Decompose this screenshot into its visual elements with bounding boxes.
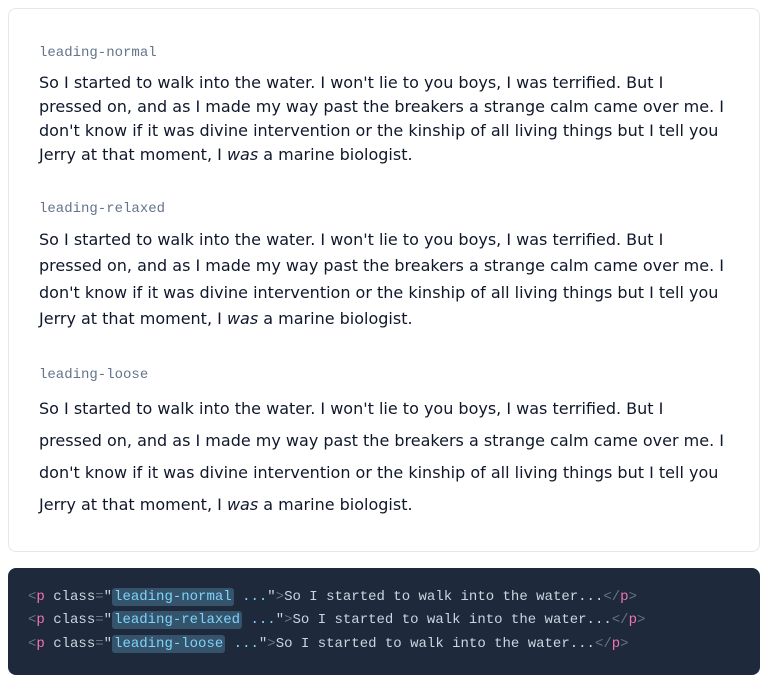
example-block: leading-normal So I started to walk into… bbox=[39, 45, 729, 167]
sample-paragraph: So I started to walk into the water. I w… bbox=[39, 393, 729, 521]
preview-panel: leading-normal So I started to walk into… bbox=[8, 8, 760, 552]
example-block: leading-loose So I started to walk into … bbox=[39, 367, 729, 521]
sample-text-suffix: a marine biologist. bbox=[258, 495, 412, 514]
class-label: leading-relaxed bbox=[39, 201, 729, 217]
sample-text-em: was bbox=[227, 145, 258, 164]
example-block: leading-relaxed So I started to walk int… bbox=[39, 201, 729, 333]
sample-paragraph: So I started to walk into the water. I w… bbox=[39, 71, 729, 167]
sample-text-suffix: a marine biologist. bbox=[258, 145, 412, 164]
class-label: leading-loose bbox=[39, 367, 729, 383]
sample-text-em: was bbox=[227, 309, 258, 328]
class-label: leading-normal bbox=[39, 45, 729, 61]
sample-paragraph: So I started to walk into the water. I w… bbox=[39, 227, 729, 333]
sample-text-suffix: a marine biologist. bbox=[258, 309, 412, 328]
code-line: <p class="leading-relaxed ...">So I star… bbox=[28, 609, 740, 633]
code-panel: <p class="leading-normal ...">So I start… bbox=[8, 568, 760, 675]
sample-text-em: was bbox=[227, 495, 258, 514]
code-line: <p class="leading-normal ...">So I start… bbox=[28, 586, 740, 610]
code-line: <p class="leading-loose ...">So I starte… bbox=[28, 633, 740, 657]
